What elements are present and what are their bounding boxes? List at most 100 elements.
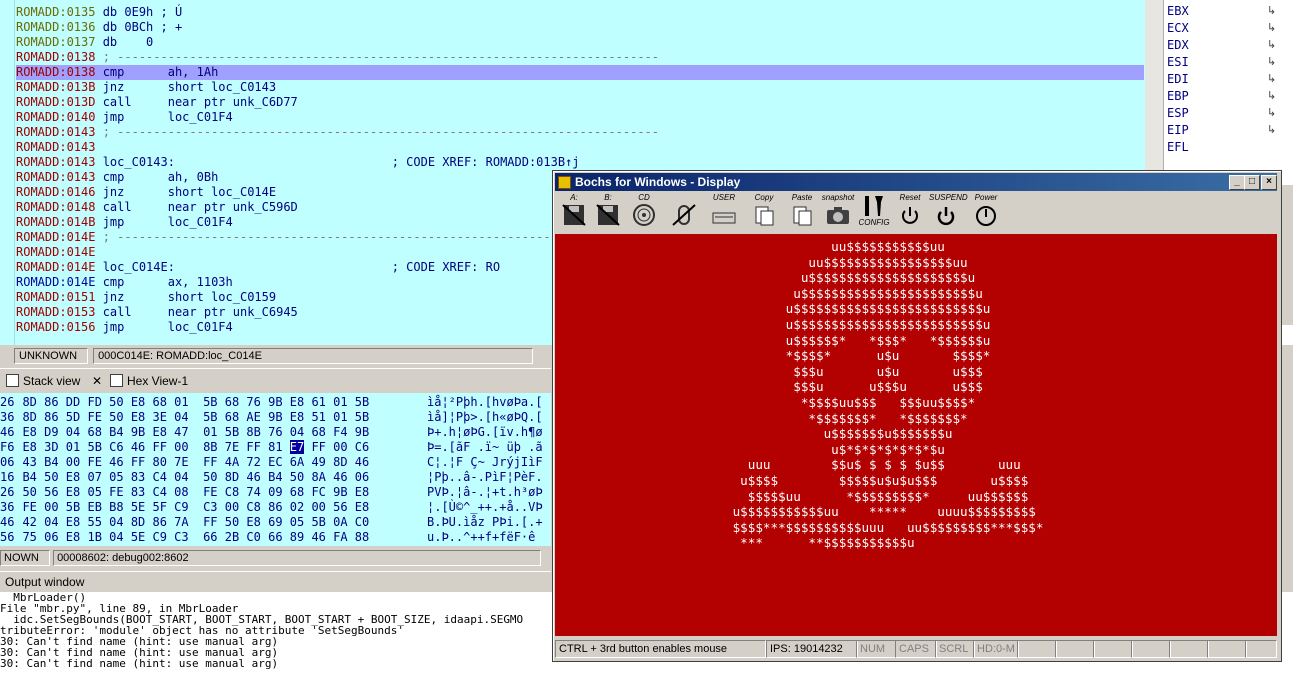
- hex-row[interactable]: F6 E8 3D 01 5B C6 46 FF 00 8B 7E FF 81 E7…: [0, 440, 543, 455]
- bochs-titlebar[interactable]: Bochs for Windows - Display _ □ ×: [555, 173, 1277, 191]
- toolbar-button-cd[interactable]: CD: [627, 193, 661, 229]
- cdrom-icon: [631, 203, 657, 227]
- disasm-address: ROMADD:014E: [16, 245, 96, 259]
- disasm-address: ROMADD:0136: [16, 20, 96, 34]
- hex-ascii: u.Þ..^++f+fëF·ê: [427, 530, 536, 544]
- disasm-line[interactable]: ROMADD:0138 cmp ah, 1Ah: [16, 65, 1144, 80]
- register-edi[interactable]: EDI: [1167, 72, 1189, 86]
- reset-icon: [897, 203, 923, 227]
- toolbar-button-copy[interactable]: Copy: [747, 193, 781, 229]
- hex-row[interactable]: 36 8D 86 5D FE 50 E8 3E 04 5B 68 AE 9B E8…: [0, 410, 543, 425]
- disasm-line[interactable]: ROMADD:0140 jmp loc_C01F4: [16, 110, 1144, 125]
- disasm-instruction: db 0BCh ; +: [95, 20, 183, 34]
- disasm-line[interactable]: ROMADD:0143 loc_C0143: ; CODE XREF: ROMA…: [16, 155, 1144, 170]
- bochs-toolbar: A: B: CD USER Copy Paste snapshot CONFIG Reset SU…: [555, 193, 1277, 231]
- stack-view-icon: [6, 374, 19, 387]
- disasm-address: ROMADD:0151: [16, 290, 96, 304]
- disasm-line[interactable]: ROMADD:0143 ; --------------------------…: [16, 125, 1144, 140]
- minimize-icon[interactable]: _: [1229, 175, 1245, 190]
- hex-offset: 36: [0, 500, 15, 514]
- toolbar-button-mouse[interactable]: [667, 193, 701, 229]
- register-ecx[interactable]: ECX: [1167, 21, 1189, 35]
- toolbar-button-label: B:: [604, 193, 612, 202]
- toolbar-button-config[interactable]: CONFIG: [857, 193, 891, 229]
- hex-offset: 16: [0, 470, 15, 484]
- disasm-line[interactable]: ROMADD:0135 db 0E9h ; Ú: [16, 5, 1144, 20]
- jump-to-icon[interactable]: ↳: [1267, 72, 1276, 85]
- caps-lock-indicator: CAPS: [895, 640, 937, 658]
- disasm-line[interactable]: ROMADD:0143: [16, 140, 1144, 155]
- close-tab-icon[interactable]: ✕: [92, 372, 102, 390]
- disasm-address: ROMADD:0153: [16, 305, 96, 319]
- toolbar-button-label: USER: [712, 193, 736, 202]
- scroll-lock-indicator: SCRL: [935, 640, 975, 658]
- maximize-icon[interactable]: □: [1244, 175, 1260, 190]
- register-eip[interactable]: EIP: [1167, 123, 1189, 137]
- copy-icon: [751, 203, 777, 227]
- disasm-instruction: jmp loc_C01F4: [95, 110, 233, 124]
- hex-ascii: ìå¦²Pþh.[hvøÞa.[: [427, 395, 543, 409]
- status-slot-7: [1245, 640, 1277, 658]
- toolbar-button-paste[interactable]: Paste: [785, 193, 819, 229]
- disasm-instruction: call near ptr unk_C6D77: [95, 95, 298, 109]
- jump-to-icon[interactable]: ↳: [1267, 55, 1276, 68]
- disasm-line[interactable]: ROMADD:013D call near ptr unk_C6D77: [16, 95, 1144, 110]
- toolbar-button-label: CD: [638, 193, 650, 202]
- close-icon[interactable]: ×: [1261, 175, 1277, 190]
- disasm-line[interactable]: ROMADD:0138 ; --------------------------…: [16, 50, 1144, 65]
- paste-icon: [789, 203, 815, 227]
- jump-to-icon[interactable]: ↳: [1267, 21, 1276, 34]
- hex-row[interactable]: 36 FE 00 5B EB B8 5E 5F C9 C3 00 C8 86 02…: [0, 500, 543, 515]
- hex-row[interactable]: 26 50 56 E8 05 FE 83 C4 08 FE C8 74 09 68…: [0, 485, 543, 500]
- register-ebx[interactable]: EBX: [1167, 4, 1189, 18]
- disasm-address: ROMADD:0143: [16, 125, 96, 139]
- hex-bytes: 8D 86 DD FD 50 E8 68 01 5B 68 76 9B E8 6…: [22, 395, 370, 409]
- register-esi[interactable]: ESI: [1167, 55, 1189, 69]
- hex-row[interactable]: 46 E8 D9 04 68 B4 9B E8 47 01 5B 8B 76 04…: [0, 425, 543, 440]
- toolbar-button-snapshot[interactable]: snapshot: [821, 193, 855, 229]
- jump-to-icon[interactable]: ↳: [1267, 123, 1276, 136]
- jump-to-icon[interactable]: ↳: [1267, 38, 1276, 51]
- disasm-gutter: [0, 0, 15, 345]
- hex-row[interactable]: 46 42 04 E8 55 04 8D 86 7A FF 50 E8 69 05…: [0, 515, 543, 530]
- mouse-hint: CTRL + 3rd button enables mouse: [555, 640, 766, 658]
- register-edx[interactable]: EDX: [1167, 38, 1189, 52]
- disasm-instruction: call near ptr unk_C596D: [95, 200, 298, 214]
- hex-ascii: PVÞ.¦â-.¦+t.h³øÞ: [427, 485, 543, 499]
- toolbar-button-power[interactable]: Power: [969, 193, 1003, 229]
- disasm-line[interactable]: ROMADD:0136 db 0BCh ; +: [16, 20, 1144, 35]
- jump-to-icon[interactable]: ↳: [1267, 89, 1276, 102]
- hex-view-icon: [110, 374, 123, 387]
- disasm-line[interactable]: ROMADD:0137 db 0: [16, 35, 1144, 50]
- jump-to-icon[interactable]: ↳: [1267, 106, 1276, 119]
- toolbar-button-reset[interactable]: Reset: [893, 193, 927, 229]
- toolbar-button-b[interactable]: B:: [591, 193, 625, 229]
- disasm-instruction: ; --------------------------------------…: [95, 125, 660, 139]
- register-esp[interactable]: ESP: [1167, 106, 1189, 120]
- disasm-line[interactable]: ROMADD:013B jnz short loc_C0143: [16, 80, 1144, 95]
- tab-stack-view[interactable]: Stack view: [6, 372, 80, 390]
- hex-status-location: 00008602: debug002:8602: [53, 550, 542, 566]
- hex-bytes: E8 D9 04 68 B4 9B E8 47 01 5B 8B 76 04 6…: [22, 425, 370, 439]
- toolbar-button-suspend[interactable]: SUSPEND: [929, 193, 968, 229]
- disasm-address: ROMADD:0143: [16, 155, 96, 169]
- hex-row[interactable]: 16 B4 50 E8 07 05 83 C4 04 50 8D 46 B4 50…: [0, 470, 543, 485]
- hex-row[interactable]: 56 75 06 E8 1B 04 5E C9 C3 66 2B C0 66 89…: [0, 530, 535, 545]
- register-efl[interactable]: EFL: [1167, 140, 1189, 154]
- hex-bytes: E8 3D 01 5B C6 46 FF 00 8B 7E FF 81 E7 F…: [22, 440, 370, 454]
- hex-view[interactable]: 26 8D 86 DD FD 50 E8 68 01 5B 68 76 9B E8…: [0, 393, 551, 546]
- output-window-title: Output window: [5, 575, 85, 589]
- toolbar-button-a[interactable]: A:: [557, 193, 591, 229]
- bochs-window[interactable]: Bochs for Windows - Display _ □ × A: B: CD…: [552, 170, 1282, 662]
- hex-row[interactable]: 06 43 B4 00 FE 46 FF 80 7E FF 4A 72 EC 6A…: [0, 455, 543, 470]
- status-slot-6: [1207, 640, 1247, 658]
- hex-row[interactable]: 26 8D 86 DD FD 50 E8 68 01 5B 68 76 9B E8…: [0, 395, 543, 410]
- hex-status-segment: NOWN: [0, 550, 50, 566]
- jump-to-icon[interactable]: ↳: [1267, 4, 1276, 17]
- toolbar-button-label: Power: [974, 193, 998, 202]
- toolbar-button-user[interactable]: USER: [707, 193, 741, 229]
- bochs-display-screen[interactable]: uu$$$$$$$$$$$uu uu$$$$$$$$$$$$$$$$$uu u$…: [555, 234, 1277, 636]
- register-ebp[interactable]: EBP: [1167, 89, 1189, 103]
- hex-ascii: B.ÞU.ìåz PÞi.[.+: [427, 515, 543, 529]
- tab-hex-view[interactable]: Hex View-1: [110, 372, 188, 390]
